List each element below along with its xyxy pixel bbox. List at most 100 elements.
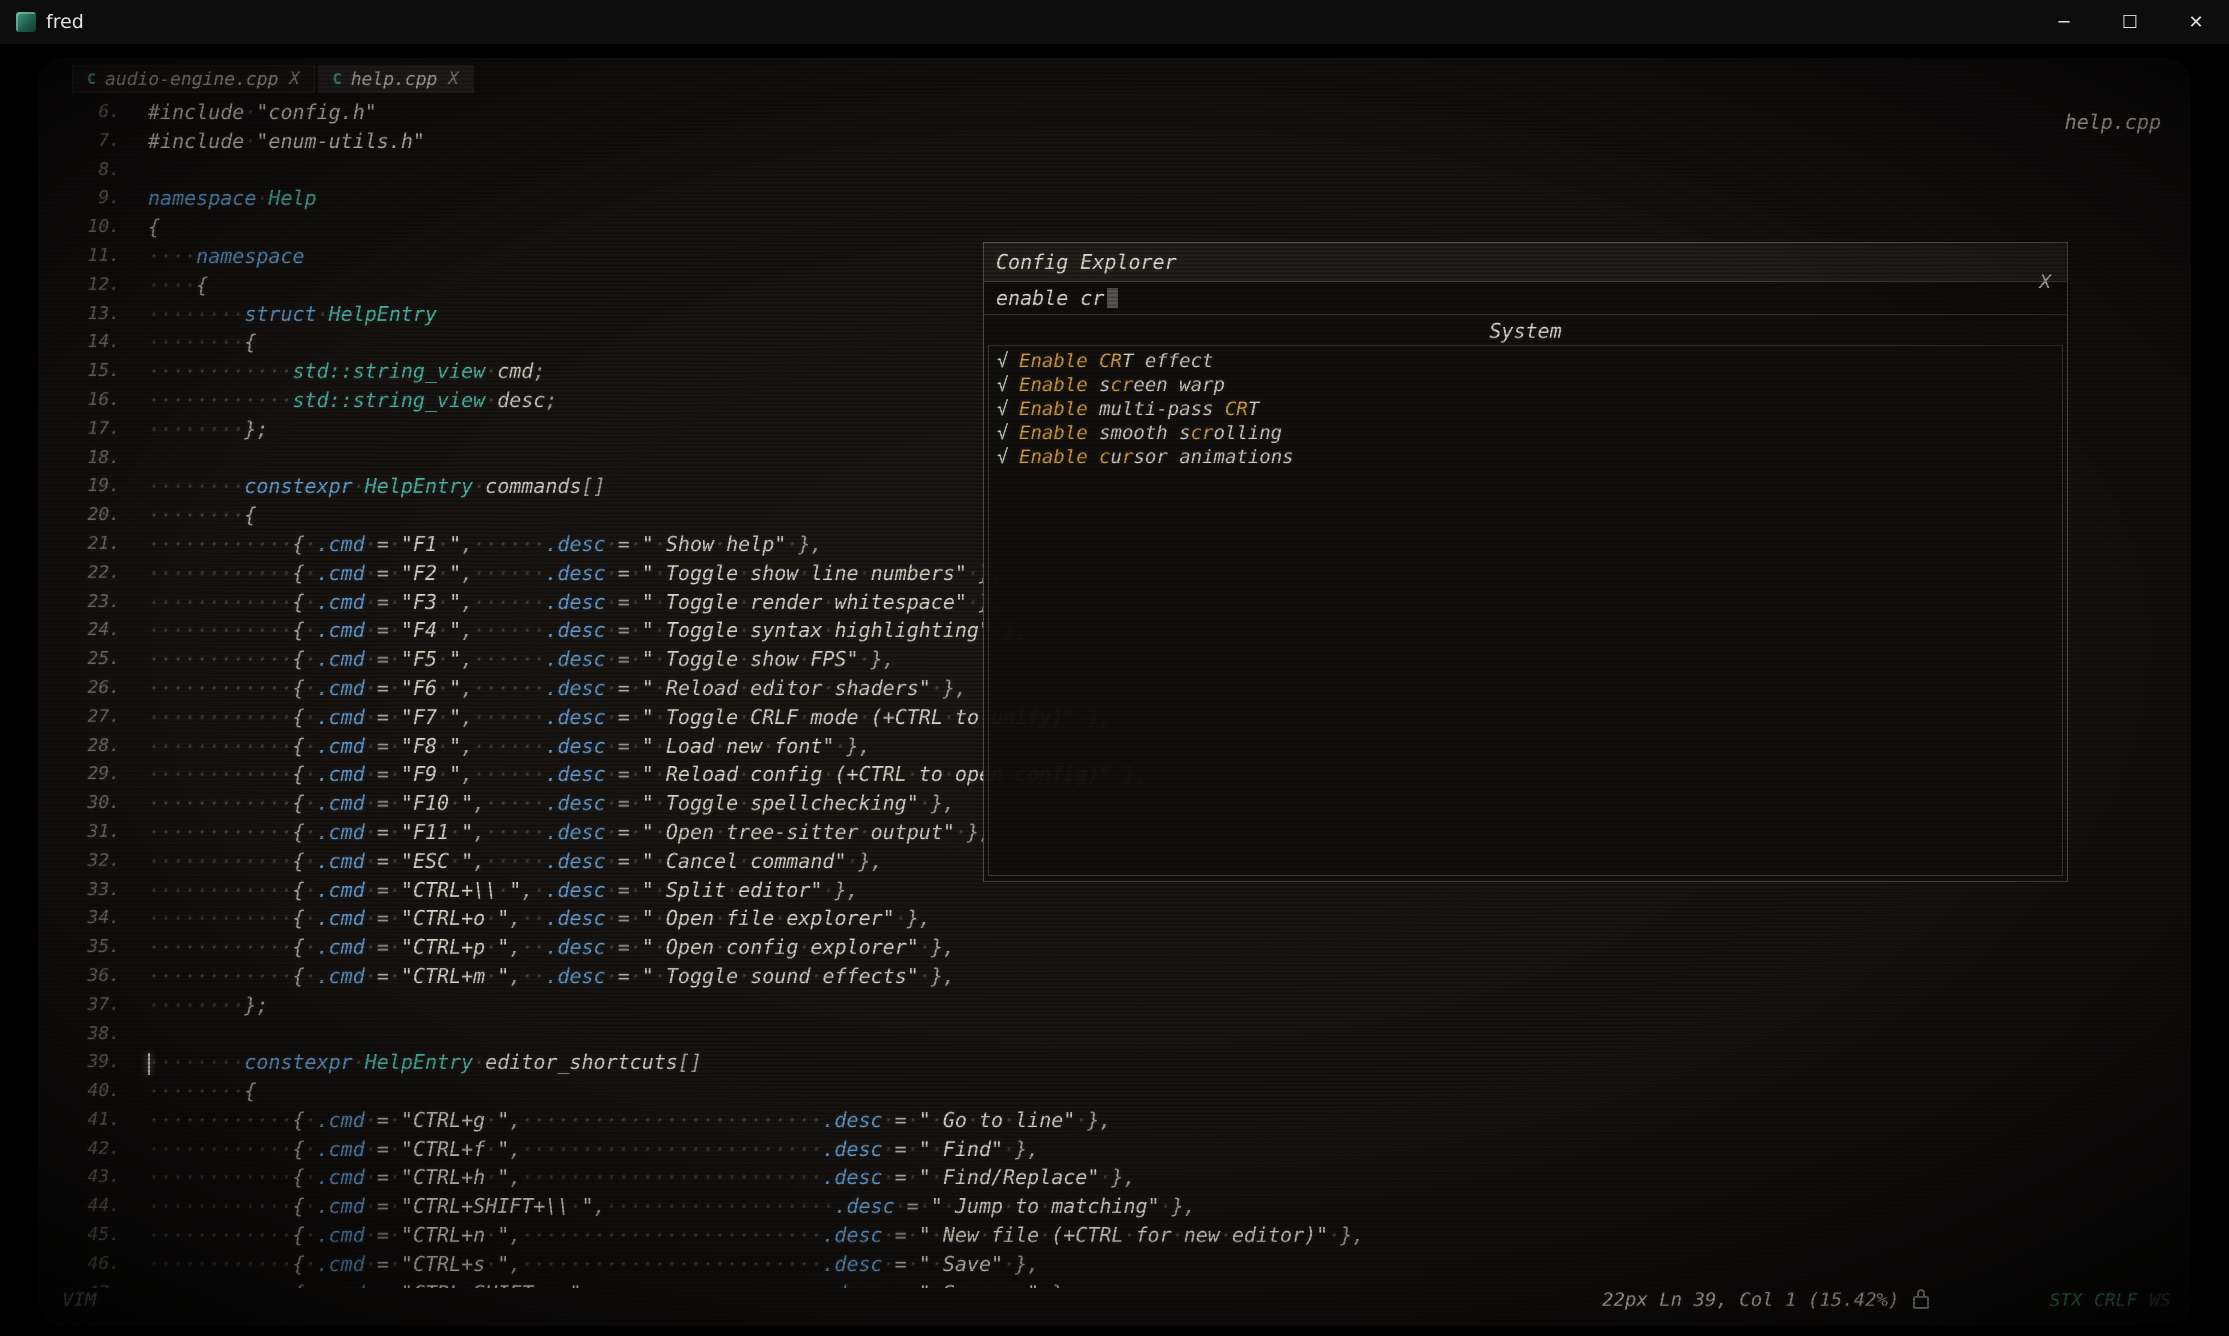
line-number: 29. xyxy=(64,760,120,789)
code-line[interactable]: 34.············{·.cmd·=·"CTRL+o·",··.des… xyxy=(64,904,2185,933)
match-highlight-text: Enable xyxy=(1019,373,1088,397)
config-options-list: √Enable CRT effect√Enable screen warp√En… xyxy=(988,345,2063,876)
line-number: 41. xyxy=(64,1106,120,1135)
line-number: 42. xyxy=(64,1135,120,1164)
code-line[interactable]: 38. xyxy=(64,1020,2185,1049)
tab-audio-engine[interactable]: C audio-engine.cpp X xyxy=(72,65,315,93)
code-line[interactable]: 44.············{·.cmd·=·"CTRL+SHIFT+\\·"… xyxy=(64,1192,2185,1221)
line-number: 38. xyxy=(64,1020,120,1049)
code-line[interactable]: 35.············{·.cmd·=·"CTRL+p·",··.des… xyxy=(64,933,2185,962)
close-button[interactable]: ✕ xyxy=(2163,0,2229,44)
editor-screen: C audio-engine.cpp X C help.cpp X help.c… xyxy=(38,58,2191,1326)
popup-close-button[interactable]: X xyxy=(2040,271,2051,293)
line-number: 44. xyxy=(64,1192,120,1221)
line-number: 40. xyxy=(64,1077,120,1106)
match-highlight-text: cr xyxy=(1191,421,1214,445)
option-text xyxy=(1088,445,1099,469)
line-number: 24. xyxy=(64,616,120,645)
tab-help[interactable]: C help.cpp X xyxy=(318,65,474,93)
ws-indicator: WS xyxy=(2149,1290,2171,1311)
match-highlight-text: Enable xyxy=(1019,421,1088,445)
line-number: 39. xyxy=(64,1048,120,1077)
option-text: T xyxy=(1248,397,1259,421)
code-line[interactable]: 39.········constexpr·HelpEntry·editor_sh… xyxy=(64,1048,2185,1077)
code-line[interactable]: 9.namespace·Help xyxy=(64,184,2185,213)
line-number: 23. xyxy=(64,588,120,617)
section-header: System xyxy=(984,315,2067,347)
tab-close-icon[interactable]: X xyxy=(448,69,458,89)
line-number: 22. xyxy=(64,559,120,588)
line-number: 14. xyxy=(64,328,120,357)
config-option[interactable]: √Enable cursor animations xyxy=(997,445,2054,469)
code-line[interactable]: 7.#include·"enum-utils.h" xyxy=(64,127,2185,156)
code-line[interactable]: 40.········{ xyxy=(64,1077,2185,1106)
checkbox-checked-icon[interactable]: √ xyxy=(997,373,1019,397)
current-file-label: help.cpp xyxy=(2065,110,2161,134)
config-option[interactable]: √Enable screen warp xyxy=(997,373,2054,397)
match-highlight-text: r xyxy=(1122,445,1133,469)
popup-title: Config Explorer xyxy=(996,250,1177,274)
config-option[interactable]: √Enable CRT effect xyxy=(997,349,2054,373)
title-bar: fred ─ ☐ ✕ xyxy=(0,0,2229,44)
line-number: 6. xyxy=(64,98,120,127)
tab-label: help.cpp xyxy=(351,69,438,90)
config-option[interactable]: √Enable smooth scrolling xyxy=(997,421,2054,445)
line-number: 8. xyxy=(64,156,120,185)
option-text: s xyxy=(1088,373,1111,397)
line-number: 34. xyxy=(64,904,120,933)
match-highlight-text: CR xyxy=(1225,397,1248,421)
code-line[interactable]: 43.············{·.cmd·=·"CTRL+h·",······… xyxy=(64,1163,2185,1192)
code-line[interactable]: 46.············{·.cmd·=·"CTRL+s·",······… xyxy=(64,1250,2185,1279)
line-number: 20. xyxy=(64,501,120,530)
line-number: 27. xyxy=(64,703,120,732)
crlf-indicator: CRLF xyxy=(2094,1290,2137,1311)
checkbox-checked-icon[interactable]: √ xyxy=(997,397,1019,421)
popup-title-bar[interactable]: Config Explorer xyxy=(984,243,2067,282)
line-number: 43. xyxy=(64,1163,120,1192)
cpp-file-icon: C xyxy=(333,70,342,88)
tab-close-icon[interactable]: X xyxy=(289,69,299,89)
line-number: 13. xyxy=(64,300,120,329)
code-line[interactable]: 37.········}; xyxy=(64,991,2185,1020)
match-highlight-text: Enable xyxy=(1019,445,1088,469)
option-text: sor animations xyxy=(1133,445,1293,469)
line-number: 7. xyxy=(64,127,120,156)
status-right-cluster: 22px Ln 39, Col 1 (15.42%) STX CRLF WS xyxy=(1602,1289,2171,1311)
line-number: 31. xyxy=(64,818,120,847)
checkbox-checked-icon[interactable]: √ xyxy=(997,421,1019,445)
code-line[interactable]: 10.{ xyxy=(64,213,2185,242)
tab-bar: C audio-engine.cpp X C help.cpp X xyxy=(72,65,474,93)
line-number: 17. xyxy=(64,415,120,444)
match-highlight-text: Enable xyxy=(1019,349,1088,373)
minimize-button[interactable]: ─ xyxy=(2031,0,2097,44)
option-text: u xyxy=(1111,445,1122,469)
line-number: 25. xyxy=(64,645,120,674)
code-line[interactable]: 8. xyxy=(64,156,2185,185)
status-bar: VIM 22px Ln 39, Col 1 (15.42%) STX CRLF … xyxy=(62,1286,2171,1314)
code-line[interactable]: 41.············{·.cmd·=·"CTRL+g·",······… xyxy=(64,1106,2185,1135)
config-option[interactable]: √Enable multi-pass CRT xyxy=(997,397,2054,421)
line-number: 9. xyxy=(64,184,120,213)
code-line[interactable]: 45.············{·.cmd·=·"CTRL+n·",······… xyxy=(64,1221,2185,1250)
line-number: 10. xyxy=(64,213,120,242)
line-number: 15. xyxy=(64,357,120,386)
option-text xyxy=(1088,349,1099,373)
line-number: 28. xyxy=(64,732,120,761)
maximize-button[interactable]: ☐ xyxy=(2097,0,2163,44)
window-title: fred xyxy=(46,11,84,33)
line-number: 36. xyxy=(64,962,120,991)
line-number: 32. xyxy=(64,847,120,876)
match-highlight-text: Enable xyxy=(1019,397,1088,421)
option-text: smooth s xyxy=(1088,421,1191,445)
match-highlight-text: c xyxy=(1099,445,1110,469)
line-number: 46. xyxy=(64,1250,120,1279)
checkbox-checked-icon[interactable]: √ xyxy=(997,349,1019,373)
config-search-input[interactable]: enable cr xyxy=(984,282,2067,315)
cpp-file-icon: C xyxy=(87,70,96,88)
code-line[interactable]: 36.············{·.cmd·=·"CTRL+m·",··.des… xyxy=(64,962,2185,991)
code-line[interactable]: 42.············{·.cmd·=·"CTRL+f·",······… xyxy=(64,1135,2185,1164)
line-number: 26. xyxy=(64,674,120,703)
code-line[interactable]: 6.#include·"config.h" xyxy=(64,98,2185,127)
line-number: 18. xyxy=(64,444,120,473)
checkbox-checked-icon[interactable]: √ xyxy=(997,445,1019,469)
